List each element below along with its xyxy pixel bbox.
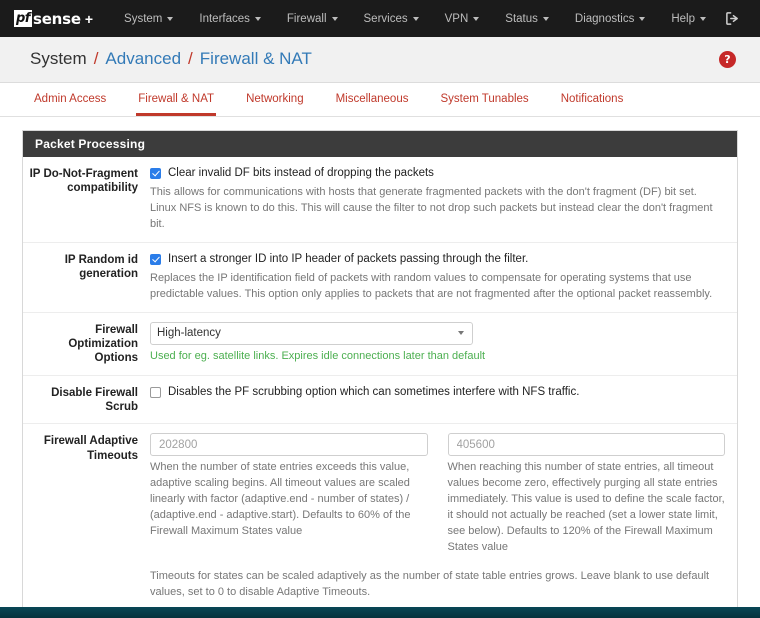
help-icon[interactable]: ? (719, 50, 736, 68)
nav-item-status[interactable]: Status (492, 7, 562, 31)
nav-item-label: Status (505, 12, 538, 25)
help-text-ip-do-not-fragment: This allows for communications with host… (150, 185, 713, 230)
nav-item-label: VPN (444, 12, 469, 25)
nav-item-label: Diagnostics (574, 12, 635, 25)
top-navbar: pf sense + System Interfaces Firewall Se… (0, 0, 760, 37)
select-wrapper: High-latency (150, 321, 473, 345)
help-text-firewall-optimization: Used for eg. satellite links. Expires id… (150, 349, 486, 362)
tab-label: System Tunables (440, 93, 529, 105)
adaptive-timeouts-columns: When the number of state entries exceeds… (150, 433, 725, 556)
tab-label: Networking (246, 93, 304, 105)
nav-item-vpn[interactable]: VPN (432, 7, 493, 31)
nav-item-label: Interfaces (199, 12, 250, 25)
nav-item-services[interactable]: Services (351, 7, 432, 31)
chevron-down-icon (254, 16, 261, 21)
checkbox-clear-invalid-df-bits[interactable] (150, 168, 161, 179)
row-disable-firewall-scrub: Disable Firewall Scrub Disables the PF s… (23, 376, 737, 425)
tab-system-tunables[interactable]: System Tunables (424, 83, 544, 116)
label-ip-do-not-fragment: IP Do-Not-Fragment compatibility (29, 168, 138, 195)
settings-tabs: Admin Access Firewall & NAT Networking M… (0, 83, 760, 117)
tab-notifications[interactable]: Notifications (545, 83, 640, 116)
row-ip-random-id: IP Random id generation Insert a stronge… (23, 243, 737, 313)
input-adaptive-start[interactable] (150, 433, 428, 457)
checkbox-line: Clear invalid DF bits instead of droppin… (150, 166, 725, 181)
breadcrumb-link-advanced[interactable]: Advanced (105, 49, 181, 69)
panel-heading: Packet Processing (23, 131, 737, 157)
row-ip-do-not-fragment: IP Do-Not-Fragment compatibility Clear i… (23, 157, 737, 243)
tab-miscellaneous[interactable]: Miscellaneous (320, 83, 425, 116)
label-firewall-adaptive-timeouts: Firewall Adaptive Timeouts (43, 435, 138, 462)
nav-item-label: Help (671, 12, 695, 25)
row-firewall-adaptive-timeouts: Firewall Adaptive Timeouts When the numb… (23, 424, 737, 607)
checkbox-insert-stronger-id[interactable] (150, 253, 161, 265)
checkbox-line: Insert a stronger ID into IP header of p… (150, 252, 725, 267)
breadcrumb-link-firewall-nat[interactable]: Firewall & NAT (200, 49, 312, 69)
chevron-down-icon (412, 16, 419, 21)
checkbox-label[interactable]: Disables the PF scrubbing option which c… (168, 385, 579, 400)
panel-body: IP Do-Not-Fragment compatibility Clear i… (23, 157, 737, 607)
chevron-down-icon (639, 16, 646, 21)
tab-firewall-nat[interactable]: Firewall & NAT (122, 83, 230, 116)
tab-label: Firewall & NAT (138, 93, 215, 105)
pfsense-logo[interactable]: pf sense + (14, 10, 93, 28)
checkbox-label[interactable]: Insert a stronger ID into IP header of p… (168, 252, 528, 267)
breadcrumb-separator: / (188, 49, 193, 68)
label-ip-random-id: IP Random id generation (64, 253, 138, 281)
tab-admin-access[interactable]: Admin Access (30, 83, 122, 116)
adaptive-start-column: When the number of state entries exceeds… (150, 433, 428, 556)
tab-label: Notifications (560, 93, 624, 105)
nav-item-interfaces[interactable]: Interfaces (186, 7, 274, 31)
help-text-adaptive-timeouts-note: Timeouts for states can be scaled adapti… (150, 570, 710, 598)
select-firewall-optimization[interactable]: High-latency (150, 321, 473, 345)
input-adaptive-end[interactable] (447, 433, 725, 457)
chevron-down-icon (167, 16, 174, 21)
label-disable-firewall-scrub: Disable Firewall Scrub (51, 386, 138, 414)
adaptive-end-column: When reaching this number of state entri… (447, 433, 725, 556)
breadcrumb-separator: / (93, 49, 99, 68)
chevron-down-icon (473, 16, 480, 21)
control-firewall-adaptive-timeouts: When the number of state entries exceeds… (150, 433, 737, 601)
pfsense-page: pf sense + System Interfaces Firewall Se… (0, 0, 760, 607)
nav-menu: System Interfaces Firewall Services VPN … (111, 7, 719, 31)
chevron-down-icon (331, 16, 338, 21)
logo-sense-text: sense (32, 9, 81, 28)
label-firewall-optimization: Firewall Optimization Options (68, 323, 138, 365)
tab-label: Miscellaneous (335, 93, 409, 105)
tab-label: Admin Access (34, 93, 107, 105)
breadcrumb: System / Advanced / Firewall & NAT (30, 49, 312, 69)
logo-plus-mark: + (84, 10, 94, 27)
nav-item-label: System (124, 12, 163, 25)
control-firewall-optimization: High-latency Used for eg. satellite link… (150, 321, 737, 366)
row-firewall-optimization: Firewall Optimization Options High-laten… (23, 313, 737, 376)
nav-item-help[interactable]: Help (658, 7, 719, 31)
control-ip-do-not-fragment: Clear invalid DF bits instead of droppin… (150, 166, 737, 233)
nav-item-label: Firewall (286, 12, 327, 25)
checkbox-disable-pf-scrubbing[interactable] (150, 386, 161, 398)
help-text-adaptive-start: When the number of state entries exceeds… (150, 461, 411, 538)
control-ip-random-id: Insert a stronger ID into IP header of p… (150, 252, 737, 303)
help-text-ip-random-id: Replaces the IP identification field of … (150, 271, 713, 300)
nav-item-label: Services (363, 12, 408, 25)
help-text-adaptive-end: When reaching this number of state entri… (447, 461, 725, 554)
checkbox-line: Disables the PF scrubbing option which c… (150, 385, 725, 400)
logo-pf-mark: pf (14, 10, 32, 27)
packet-processing-panel: Packet Processing IP Do-Not-Fragment com… (22, 130, 738, 607)
chevron-down-icon (700, 16, 706, 21)
nav-item-system[interactable]: System (111, 7, 186, 31)
nav-item-diagnostics[interactable]: Diagnostics (562, 7, 658, 31)
breadcrumb-bar: System / Advanced / Firewall & NAT ? (0, 37, 760, 83)
checkbox-label[interactable]: Clear invalid DF bits instead of droppin… (168, 166, 434, 181)
tab-networking[interactable]: Networking (230, 83, 320, 116)
breadcrumb-root: System (30, 49, 87, 68)
logout-icon[interactable] (719, 7, 746, 30)
nav-item-firewall[interactable]: Firewall (274, 7, 351, 31)
control-disable-firewall-scrub: Disables the PF scrubbing option which c… (150, 385, 737, 415)
chevron-down-icon (542, 16, 549, 21)
